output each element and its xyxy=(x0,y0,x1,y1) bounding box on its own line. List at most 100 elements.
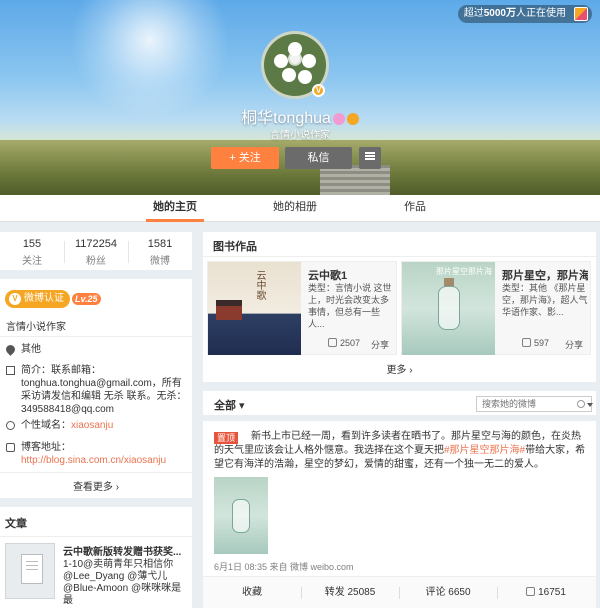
divider xyxy=(203,256,596,257)
books-more-link[interactable]: 更多 › xyxy=(203,361,596,376)
stat-following-num: 155 xyxy=(22,238,42,250)
stat-posts[interactable]: 1581 微博 xyxy=(128,238,192,267)
profile-cover: 超过5000万人正在使用 V 桐华tonghua 言情小说作家 + 关注 私信 xyxy=(0,0,600,195)
article-title[interactable]: 云中歌新版转发赠书获奖... xyxy=(63,543,185,558)
post-text: 新书上市已经一周，看到许多读者在晒书了。那片星空与海的颜色，在炎热的天气里应该会… xyxy=(214,430,590,472)
tab-home[interactable]: 她的主页 xyxy=(146,195,204,222)
weibo-auth-badge[interactable]: 微博认证 xyxy=(5,290,70,308)
stat-fans[interactable]: 1172254 粉丝 xyxy=(64,238,128,267)
book-description: 类型：言情小说 这世上，时光会改变太多事情，但总有一些人... xyxy=(308,283,392,329)
like-count: 16751 xyxy=(538,587,566,598)
auth-description: 言情小说作家 xyxy=(6,322,66,333)
book-item[interactable]: 云中歌 云中歌1 类型：言情小说 这世上，时光会改变太多事情，但总有一些人...… xyxy=(207,261,397,355)
post-actions: 收藏 转发 25085 评论 6650 16751 xyxy=(203,576,596,608)
stat-fans-label: 粉丝 xyxy=(86,256,106,267)
feed-filter-bar: 全部 ▾ xyxy=(203,391,596,415)
follow-button[interactable]: + 关注 xyxy=(211,147,279,169)
users-prefix: 超过 xyxy=(463,8,484,19)
book-likes-count: 597 xyxy=(534,338,550,348)
profile-nickname: 桐华tonghua xyxy=(0,104,600,128)
female-icon xyxy=(332,112,345,125)
document-icon xyxy=(21,554,43,584)
stat-following-label: 关注 xyxy=(22,256,42,267)
search-icon[interactable] xyxy=(577,400,585,408)
profile-subtitle: 言情小说作家 xyxy=(270,130,330,141)
intro-text: 简介：联系邮箱：tonghua.tonghua@gmail.com，所有采访请发… xyxy=(21,365,187,415)
articles-card: 文章 云中歌新版转发赠书获奖... 1-10@卖萌青年只相信你 @Lee_Dya… xyxy=(0,507,192,608)
blog-icon xyxy=(6,443,15,452)
articles-title: 文章 xyxy=(5,518,27,530)
collect-button[interactable]: 收藏 xyxy=(203,577,301,608)
divider xyxy=(0,472,192,473)
domain-label: 个性域名： xyxy=(21,420,71,431)
thumbs-up-icon xyxy=(328,338,337,347)
cover-sunlight xyxy=(70,0,230,120)
feed-search-input[interactable] xyxy=(476,396,592,412)
nickname-text: 桐华tonghua xyxy=(241,110,331,127)
stat-posts-num: 1581 xyxy=(147,238,173,250)
stats-card: 155 关注 1172254 粉丝 1581 微博 xyxy=(0,232,192,270)
divider xyxy=(0,536,192,537)
book-likes[interactable]: 597 xyxy=(522,338,549,348)
post-image[interactable] xyxy=(214,477,268,554)
cover-stairs xyxy=(320,165,390,195)
book-item[interactable]: 那片星空那片海 那片星空，那片海... 类型：其他 《那片星空，那片海》，超人气… xyxy=(401,261,591,355)
chevron-down-icon[interactable] xyxy=(587,403,593,407)
book-share[interactable]: 分享 xyxy=(371,338,389,351)
book-title[interactable]: 那片星空，那片海... xyxy=(502,267,588,283)
book-cover-title: 云中歌 xyxy=(254,270,265,300)
comment-button[interactable]: 评论 6650 xyxy=(399,577,497,608)
globe-icon xyxy=(6,421,15,430)
feed-filter-dropdown[interactable]: 全部 ▾ xyxy=(214,397,245,413)
message-button[interactable]: 私信 xyxy=(285,147,352,169)
users-suffix: 人正在使用 xyxy=(516,8,566,19)
stat-fans-num: 1172254 xyxy=(74,238,117,250)
bottle-illustration xyxy=(232,499,250,533)
location-icon xyxy=(4,343,17,356)
tab-works[interactable]: 作品 xyxy=(395,195,435,222)
verified-icon: V xyxy=(312,84,325,97)
book-cover[interactable]: 那片星空那片海 xyxy=(402,262,495,355)
edit-icon xyxy=(6,366,15,375)
books-title: 图书作品 xyxy=(213,241,257,253)
bottle-illustration xyxy=(438,286,460,330)
domain-link[interactable]: xiaosanju xyxy=(71,420,113,431)
thumbs-up-icon xyxy=(526,587,536,596)
users-count: 5000万 xyxy=(483,8,516,19)
member-icon[interactable] xyxy=(346,112,359,125)
thumbs-up-icon xyxy=(522,338,531,347)
blog-link[interactable]: http://blog.sina.com.cn/xiaosanju xyxy=(21,455,166,466)
book-description: 类型：其他 《那片星空，那片海》，超人气华语作家、影... xyxy=(502,283,588,317)
location-row: 其他 xyxy=(4,343,192,357)
books-card: 图书作品 云中歌 云中歌1 类型：言情小说 这世上，时光会改变太多事情，但总有一… xyxy=(203,232,596,382)
divider xyxy=(0,336,192,337)
profile-info-card: 微博认证 Lv.25 言情小说作家 其他 简介：联系邮箱：tonghua.ton… xyxy=(0,279,192,498)
post-meta[interactable]: 6月1日 08:35 来自 微博 weibo.com xyxy=(214,560,354,573)
article-description: 1-10@卖萌青年只相信你 @Lee_Dyang @薄弋儿 @Blue-Amoo… xyxy=(63,559,182,606)
stat-posts-label: 微博 xyxy=(150,256,170,267)
book-cover-title: 那片星空那片海 xyxy=(436,267,492,276)
book-share[interactable]: 分享 xyxy=(565,338,583,351)
book-likes[interactable]: 2507 xyxy=(328,338,360,348)
tab-album[interactable]: 她的相册 xyxy=(266,195,324,222)
pinned-post: 置顶 新书上市已经一周，看到许多读者在晒书了。那片星空与海的颜色，在炎热的天气里… xyxy=(203,421,596,608)
article-thumbnail[interactable] xyxy=(5,543,55,599)
blog-label: 博客地址： xyxy=(21,442,71,453)
intro-row: 简介：联系邮箱：tonghua.tonghua@gmail.com，所有采访请发… xyxy=(6,364,192,415)
like-button[interactable]: 16751 xyxy=(497,577,595,608)
more-menu-button[interactable] xyxy=(359,147,381,169)
users-count-badge: 超过5000万人正在使用 xyxy=(457,5,592,23)
view-more-link[interactable]: 查看更多 › xyxy=(0,478,192,493)
location-text: 其他 xyxy=(21,344,41,355)
book-cover[interactable]: 云中歌 xyxy=(208,262,301,355)
repost-button[interactable]: 转发 25085 xyxy=(301,577,399,608)
app-grid-icon[interactable] xyxy=(574,7,588,21)
menu-icon xyxy=(365,152,375,154)
blog-row: 博客地址： http://blog.sina.com.cn/xiaosanju xyxy=(6,441,192,469)
book-title[interactable]: 云中歌1 xyxy=(308,267,394,283)
book-likes-count: 2507 xyxy=(340,338,361,348)
stat-following[interactable]: 155 关注 xyxy=(0,238,64,267)
post-hashtag-link[interactable]: #那片星空那片海# xyxy=(444,445,525,456)
level-badge[interactable]: Lv.25 xyxy=(72,293,101,305)
profile-tabs: 她的主页 她的相册 作品 xyxy=(0,195,600,222)
